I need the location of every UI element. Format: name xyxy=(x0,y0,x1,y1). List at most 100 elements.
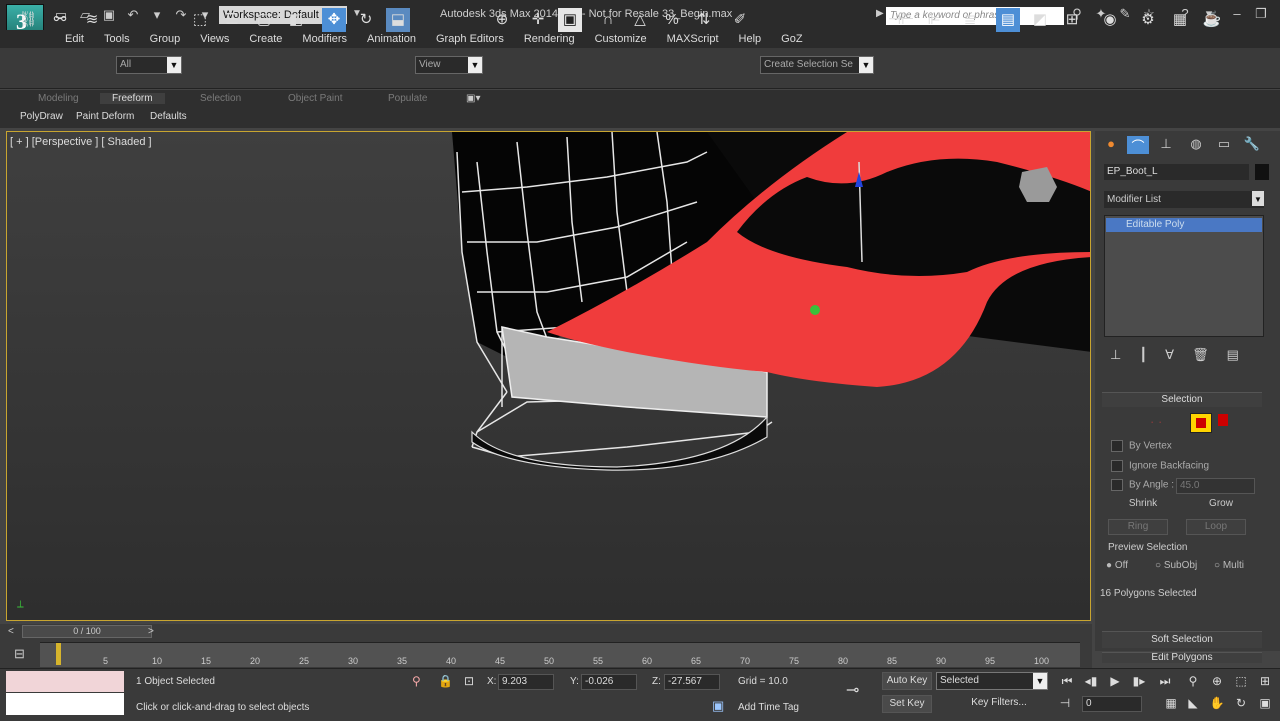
set-key-button[interactable]: Set Key xyxy=(882,695,932,713)
by-angle-checkbox[interactable]: By Angle : xyxy=(1111,479,1174,491)
maxscript-listener-bottom[interactable] xyxy=(6,693,124,715)
preview-off-radio[interactable]: ● Off xyxy=(1106,560,1128,571)
loop-button[interactable]: Loop xyxy=(1186,519,1246,535)
configure-modifier-sets-icon[interactable]: ▤ xyxy=(1227,347,1239,363)
minimize-icon[interactable]: – xyxy=(1228,5,1246,23)
x-coordinate-input[interactable]: 9.203 xyxy=(498,674,554,690)
go-to-start-icon[interactable]: ⏮ xyxy=(1058,674,1076,689)
menu-help[interactable]: Help xyxy=(729,30,772,48)
selection-rollout-header[interactable]: Selection xyxy=(1102,392,1262,407)
object-name-field[interactable]: EP_Boot_L xyxy=(1104,164,1249,180)
field-of-view-icon[interactable]: ◣ xyxy=(1184,696,1202,710)
ignore-backfacing-checkbox[interactable]: Ignore Backfacing xyxy=(1111,460,1209,472)
mirror-icon[interactable]: ⊣⊢ xyxy=(888,8,914,32)
select-object-icon[interactable]: ⬚ xyxy=(188,8,212,32)
modify-tab-icon[interactable]: ⌒ xyxy=(1127,136,1149,154)
time-slider[interactable]: 0 / 100 xyxy=(22,625,152,638)
curve-editor-icon[interactable]: ◩ xyxy=(1028,8,1052,32)
key-filters-button[interactable]: Key Filters... xyxy=(962,695,1036,713)
spinner-snap-icon[interactable]: ⇅ xyxy=(692,8,716,32)
key-selection-dropdown[interactable]: Selected ▼ xyxy=(936,672,1048,690)
perspective-viewport[interactable]: ⟂ xyxy=(6,131,1091,621)
menu-graph-editors[interactable]: Graph Editors xyxy=(426,30,514,48)
pivot-center-icon[interactable]: ⊕ xyxy=(490,8,514,32)
select-and-scale-icon[interactable]: ⬓ xyxy=(386,8,410,32)
material-editor-icon[interactable]: ◉ xyxy=(1098,8,1122,32)
tab-selection[interactable]: Selection xyxy=(200,93,241,104)
render-production-icon[interactable]: ☕ xyxy=(1200,8,1224,32)
soft-selection-rollout-header[interactable]: Soft Selection xyxy=(1102,631,1262,648)
add-time-tag-button[interactable]: Add Time Tag xyxy=(738,702,799,713)
zoom-icon[interactable]: ⚲ xyxy=(1184,674,1202,688)
element-level-icon[interactable] xyxy=(1218,414,1228,426)
zoom-extents-icon[interactable]: ⬚ xyxy=(1232,674,1250,688)
tab-modeling[interactable]: Modeling xyxy=(38,93,79,104)
preview-multi-radio[interactable]: ○ Multi xyxy=(1214,560,1244,571)
maximize-viewport-icon[interactable]: ▣ xyxy=(1256,696,1274,710)
restore-icon[interactable]: ❐ xyxy=(1252,5,1270,23)
edit-named-selection-icon[interactable]: ✐ xyxy=(728,8,752,32)
select-and-rotate-icon[interactable]: ↻ xyxy=(354,8,378,32)
subtab-defaults[interactable]: Defaults xyxy=(150,111,187,122)
undo-dropdown-icon[interactable]: ▾ xyxy=(148,6,166,24)
select-and-move-icon[interactable]: ✥ xyxy=(322,8,346,32)
orbit-icon[interactable]: ↻ xyxy=(1232,696,1250,710)
time-cursor[interactable] xyxy=(56,643,61,665)
previous-frame-icon[interactable]: ◂▮ xyxy=(1082,674,1100,688)
show-end-result-icon[interactable]: ┃ xyxy=(1139,347,1147,363)
remove-modifier-icon[interactable]: 🗑 xyxy=(1192,347,1209,363)
maxscript-listener-top[interactable] xyxy=(6,671,124,692)
motion-tab-icon[interactable]: ◍ xyxy=(1185,136,1207,154)
keyboard-shortcut-override-icon[interactable]: ▣ xyxy=(558,8,582,32)
menu-rendering[interactable]: Rendering xyxy=(514,30,585,48)
menu-group[interactable]: Group xyxy=(140,30,191,48)
menu-modifiers[interactable]: Modifiers xyxy=(292,30,357,48)
menu-edit[interactable]: Edit xyxy=(55,30,94,48)
time-slider-prev-icon[interactable]: < xyxy=(8,626,14,637)
search-arrow-icon[interactable]: ▶ xyxy=(876,8,884,19)
bind-space-warp-icon[interactable]: ≋ xyxy=(80,8,104,32)
make-unique-icon[interactable]: ∀ xyxy=(1165,347,1174,363)
z-coordinate-input[interactable]: -27.567 xyxy=(664,674,720,690)
layer-manager-icon[interactable]: ≣ xyxy=(958,8,982,32)
stack-item-editable-poly[interactable]: Editable Poly xyxy=(1106,218,1262,232)
element-levels-icon[interactable]: · · xyxy=(1150,414,1162,429)
menu-tools[interactable]: Tools xyxy=(94,30,140,48)
undo-icon[interactable]: ↶ xyxy=(124,6,142,24)
schematic-view-icon[interactable]: ⊞ xyxy=(1060,8,1084,32)
play-icon[interactable]: ▶ xyxy=(1106,674,1124,688)
utilities-tab-icon[interactable]: 🔧 xyxy=(1241,136,1263,154)
mini-curve-editor-icon[interactable]: ⊟ xyxy=(14,646,25,662)
close-icon[interactable]: ✕ xyxy=(1276,5,1280,23)
reference-coordinate-dropdown[interactable]: View ▼ xyxy=(415,56,483,74)
display-tab-icon[interactable]: ▭ xyxy=(1213,136,1235,154)
select-by-name-icon[interactable]: ☰ xyxy=(220,8,244,32)
tab-freeform[interactable]: Freeform xyxy=(100,93,165,104)
polygon-level-icon[interactable] xyxy=(1190,413,1212,433)
selection-lock-icon[interactable]: 🔒 xyxy=(438,674,453,688)
selection-filter-dropdown[interactable]: All ▼ xyxy=(116,56,182,74)
edit-polygons-rollout-header[interactable]: Edit Polygons xyxy=(1102,652,1262,663)
modifier-list-dropdown[interactable]: Modifier List ▼ xyxy=(1104,191,1264,208)
select-and-link-icon[interactable]: ⛓ xyxy=(16,8,40,32)
isolate-selection-icon[interactable]: ⚲ xyxy=(412,674,421,688)
menu-customize[interactable]: Customize xyxy=(585,30,657,48)
window-crossing-icon[interactable]: ◧ xyxy=(284,8,308,32)
create-tab-icon[interactable]: ● xyxy=(1100,136,1122,154)
track-bar[interactable] xyxy=(40,642,1080,667)
select-manipulate-icon[interactable]: ✛ xyxy=(526,8,550,32)
percent-snap-icon[interactable]: % xyxy=(660,8,684,32)
menu-maxscript[interactable]: MAXScript xyxy=(657,30,729,48)
render-setup-icon[interactable]: ⚙ xyxy=(1136,8,1160,32)
menu-create[interactable]: Create xyxy=(239,30,292,48)
unlink-icon[interactable]: ⚯ xyxy=(48,8,72,32)
by-vertex-checkbox[interactable]: By Vertex xyxy=(1111,440,1172,452)
angle-snap-icon[interactable]: △ xyxy=(628,8,652,32)
named-selection-dropdown[interactable]: Create Selection Se ▼ xyxy=(760,56,874,74)
snaps-toggle-icon[interactable]: ∩ xyxy=(596,8,620,32)
key-mode-icon[interactable]: ⊣ xyxy=(1056,696,1074,710)
time-slider-next-icon[interactable]: > xyxy=(148,626,154,637)
current-frame-input[interactable]: 0 xyxy=(1082,696,1142,712)
zoom-all-icon[interactable]: ⊕ xyxy=(1208,674,1226,688)
tab-object-paint[interactable]: Object Paint xyxy=(288,93,342,104)
